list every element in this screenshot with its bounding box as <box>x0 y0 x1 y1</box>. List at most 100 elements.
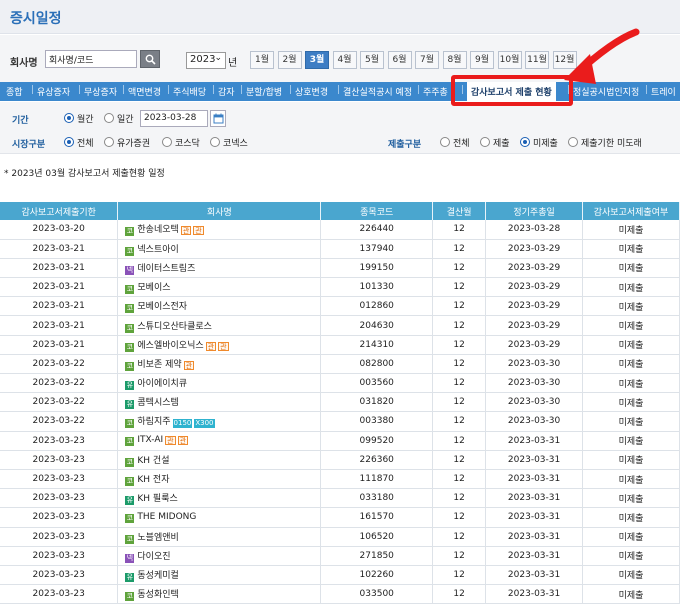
cell-fiscal-month: 12 <box>432 258 487 279</box>
table-row[interactable]: 2023-03-21 코 넥스트아이 137940 12 2023-03-29 미제출 <box>0 239 680 259</box>
table-row[interactable]: 2023-03-23 코 ITX-AI 관 관 099520 12 2023-03-31 미제출 <box>0 431 680 451</box>
category-tab[interactable]: 종합 <box>6 85 23 98</box>
month-button[interactable]: 3월 <box>305 51 329 69</box>
table-row[interactable]: 2023-03-21 코 스튜디오산타클로스 204630 12 2023-03-29 미제… <box>0 315 680 336</box>
month-button[interactable]: 9월 <box>470 51 494 69</box>
company-name-link[interactable]: 한송네오텍 <box>137 225 178 235</box>
table-row[interactable]: 2023-03-22 유 콤텍시스템 031820 12 2023-03-30 미제출 <box>0 392 680 413</box>
header-meeting-date[interactable]: 정기주총일 <box>485 202 584 220</box>
table-row[interactable]: 2023-03-20 코 한송네오텍 관 관 226440 12 2023-03-28 미제출 <box>0 220 680 240</box>
cell-code: 102260 <box>320 565 434 586</box>
cell-fiscal-month: 12 <box>432 584 487 605</box>
table-row[interactable]: 2023-03-22 코 하림지주 0150 X300 003380 12 2023-03-3… <box>0 411 680 432</box>
submit-done-radio[interactable] <box>480 137 490 147</box>
cell-code: 271850 <box>320 546 434 566</box>
submit-pending-radio[interactable] <box>568 137 578 147</box>
category-tab[interactable]: 트레이 <box>651 85 676 98</box>
month-button[interactable]: 8월 <box>442 51 467 69</box>
category-tab[interactable]: 분할/합병 <box>246 85 282 98</box>
company-name-link[interactable]: 동성화인텍 <box>137 590 178 600</box>
company-name-link[interactable]: 데이터스트림즈 <box>137 264 195 274</box>
market-all-radio[interactable] <box>64 137 74 147</box>
cell-company: 유 콤텍시스템 <box>117 392 322 413</box>
company-name-link[interactable]: ITX-AI <box>137 435 163 445</box>
market-konex-radio[interactable] <box>210 137 220 147</box>
table-row[interactable]: 2023-03-21 코 모베이스전자 012860 12 2023-03-29 미제출 <box>0 296 680 317</box>
calendar-button[interactable] <box>210 110 226 127</box>
status-badge: 관 <box>218 341 229 351</box>
category-tab[interactable]: 주식배당 <box>173 85 206 98</box>
header-fiscal-month[interactable]: 결산월 <box>432 202 487 220</box>
category-tab[interactable]: 주주총 <box>423 85 448 98</box>
period-daily-radio[interactable] <box>104 113 114 123</box>
schedule-notice: * 2023년 03월 감사보고서 제출현황 일정 <box>4 169 165 179</box>
month-button[interactable]: 6월 <box>387 51 412 69</box>
submit-all-radio[interactable] <box>440 137 450 147</box>
category-tab[interactable]: 유상증자 <box>37 85 70 98</box>
table-row[interactable]: 2023-03-21 넥 데이터스트림즈 199150 12 2023-03-29 미제출 <box>0 258 680 279</box>
company-name-link[interactable]: 노블엠앤비 <box>137 533 178 543</box>
company-name-link[interactable]: 넥스트아이 <box>137 245 178 255</box>
month-button[interactable]: 11월 <box>525 51 549 69</box>
table-row[interactable]: 2023-03-23 유 KH 필룩스 033180 12 2023-03-31 미제출 <box>0 488 680 509</box>
company-name-link[interactable]: 동성케미컬 <box>137 571 178 581</box>
table-row[interactable]: 2023-03-21 코 모베이스 101330 12 2023-03-29 미제출 <box>0 277 680 298</box>
table-row[interactable]: 2023-03-23 코 KH 전자 111870 12 2023-03-31 미제출 <box>0 469 680 490</box>
category-tab[interactable]: 무상증자 <box>84 85 117 98</box>
cell-code: 003380 <box>320 411 434 432</box>
category-tab[interactable]: 감자 <box>218 85 235 98</box>
cell-deadline: 2023-03-23 <box>0 450 119 470</box>
header-company[interactable]: 회사명 <box>117 202 322 220</box>
cell-deadline: 2023-03-23 <box>0 584 119 605</box>
category-tab[interactable]: 액면변경 <box>128 85 161 98</box>
category-tab[interactable]: 상호변경 <box>295 85 328 98</box>
search-button[interactable] <box>140 50 160 68</box>
market-kosdaq-radio[interactable] <box>162 137 172 147</box>
cell-code: 199150 <box>320 258 434 279</box>
company-name-link[interactable]: 다이오진 <box>137 552 170 562</box>
table-row[interactable]: 2023-03-21 코 에스엘바이오닉스 관 관 214310 12 2023-03-29 미… <box>0 335 680 355</box>
company-search-input[interactable]: 회사명/코드 <box>45 50 137 68</box>
company-name-link[interactable]: 에스엘바이오닉스 <box>137 341 203 351</box>
table-row[interactable]: 2023-03-23 유 동성케미컬 102260 12 2023-03-31 미제출 <box>0 565 680 586</box>
cell-company: 코 모베이스 <box>117 277 322 298</box>
table-row[interactable]: 2023-03-22 유 아이에이치큐 003560 12 2023-03-30 미제출 <box>0 373 680 394</box>
period-monthly-label: 월간 <box>77 115 94 125</box>
table-row[interactable]: 2023-03-23 코 노블엠앤비 106520 12 2023-03-31 미제출 <box>0 527 680 547</box>
month-button[interactable]: 4월 <box>332 51 357 69</box>
market-kospi-radio[interactable] <box>104 137 114 147</box>
header-status[interactable]: 감사보고서제출여부 <box>582 202 680 220</box>
month-button[interactable]: 7월 <box>415 51 439 69</box>
company-name-link[interactable]: KH 전자 <box>137 475 169 485</box>
company-name-link[interactable]: 비보존 제약 <box>137 360 181 370</box>
submit-missing-radio[interactable] <box>520 137 530 147</box>
company-name-link[interactable]: 스튜디오산타클로스 <box>137 322 212 332</box>
category-tab[interactable]: 결산실적공시 예정 <box>343 85 412 98</box>
company-name-link[interactable]: KH 건설 <box>137 456 169 466</box>
company-name-link[interactable]: 하림지주 <box>137 417 170 427</box>
market-type-icon: 코 <box>125 513 135 523</box>
header-deadline[interactable]: 감사보고서제출기한 <box>0 202 119 220</box>
table-row[interactable]: 2023-03-23 코 동성화인텍 033500 12 2023-03-31 미제출 <box>0 584 680 605</box>
cell-deadline: 2023-03-23 <box>0 507 119 528</box>
month-button[interactable]: 10월 <box>497 51 522 69</box>
table-row[interactable]: 2023-03-23 코 THE MIDONG 161570 12 2023-03-31 미… <box>0 507 680 528</box>
company-name-link[interactable]: KH 필룩스 <box>137 494 177 504</box>
company-name-link[interactable]: THE MIDONG <box>137 512 196 522</box>
table-row[interactable]: 2023-03-22 코 비보존 제약 관 082800 12 2023-03-30 미제출 <box>0 354 680 375</box>
company-name-link[interactable]: 모베이스 <box>137 283 170 293</box>
header-code[interactable]: 종목코드 <box>320 202 434 220</box>
year-select[interactable]: 2023 ⌄ <box>186 52 226 69</box>
month-button[interactable]: 2월 <box>277 51 302 69</box>
company-name-link[interactable]: 콤텍시스템 <box>137 398 178 408</box>
market-type-icon: 코 <box>125 361 135 371</box>
company-name-link[interactable]: 아이에이치큐 <box>137 379 187 389</box>
cell-company: 유 아이에이치큐 <box>117 373 322 394</box>
table-row[interactable]: 2023-03-23 넥 다이오진 271850 12 2023-03-31 미제출 <box>0 546 680 566</box>
company-name-link[interactable]: 모베이스전자 <box>137 302 187 312</box>
table-row[interactable]: 2023-03-23 코 KH 건설 226360 12 2023-03-31 미제출 <box>0 450 680 470</box>
date-input[interactable]: 2023-03-28 <box>140 110 208 127</box>
month-button[interactable]: 1월 <box>250 51 274 69</box>
period-monthly-radio[interactable] <box>64 113 74 123</box>
month-button[interactable]: 5월 <box>360 51 384 69</box>
